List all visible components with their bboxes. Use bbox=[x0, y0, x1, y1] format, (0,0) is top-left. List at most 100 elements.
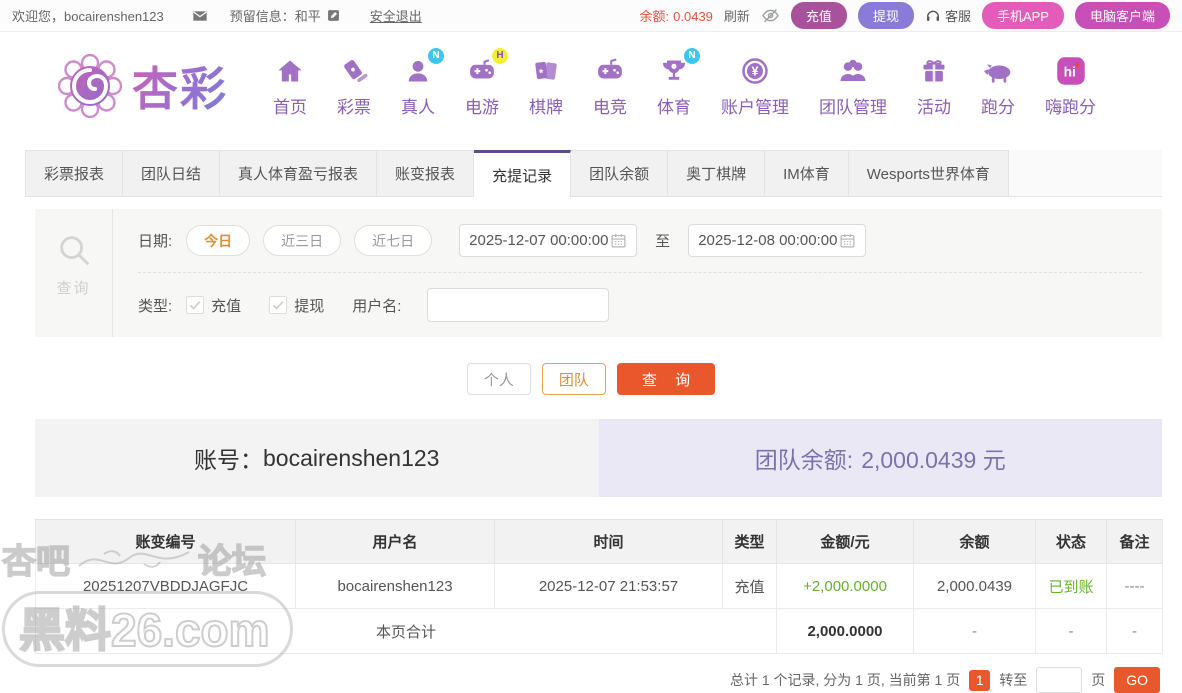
table-header-row: 账变编号 用户名 时间 类型 金额/元 余额 状态 备注 bbox=[35, 519, 1163, 564]
home-icon bbox=[278, 60, 302, 81]
filter-panel: 查询 日期: 今日 近三日 近七日 2025-12-07 00:00:00 至 … bbox=[35, 209, 1162, 337]
nav-item-cards[interactable]: 棋牌 bbox=[514, 55, 578, 118]
table-row: 20251207VBDDJAGFJC bocairenshen123 2025-… bbox=[35, 563, 1163, 609]
cell-username: bocairenshen123 bbox=[295, 563, 495, 609]
header: 杏彩 首页 彩票 N 真人 H 电游 棋牌 电竞 N 体育 ¥ 账户管理 团队管… bbox=[0, 32, 1182, 140]
logout-link[interactable]: 安全退出 bbox=[370, 6, 422, 25]
go-button[interactable]: GO bbox=[1114, 667, 1160, 693]
account-strip: 账号： bocairenshen123 团队余额: 2,000.0439 元 bbox=[35, 419, 1162, 497]
refresh-link[interactable]: 刷新 bbox=[724, 6, 750, 25]
check-icon bbox=[272, 301, 284, 310]
summary-label: 本页合计 bbox=[35, 608, 777, 654]
report-tabs: 彩票报表 团队日结 真人体育盈亏报表 账变报表 充提记录 团队余额 奥丁棋牌 I… bbox=[25, 150, 1162, 197]
date-filter-row: 日期: 今日 近三日 近七日 2025-12-07 00:00:00 至 202… bbox=[138, 224, 1142, 257]
esports-gamepad-icon bbox=[598, 58, 622, 78]
nav-label: 活动 bbox=[917, 97, 951, 117]
team-people-icon bbox=[840, 59, 866, 81]
action-buttons: 个人 团队 查 询 bbox=[0, 363, 1182, 395]
filter-divider bbox=[138, 272, 1142, 273]
reserved-info-text: 预留信息：和平 bbox=[229, 9, 321, 24]
tab-lottery-report[interactable]: 彩票报表 bbox=[25, 150, 124, 197]
date-label: 日期: bbox=[138, 233, 173, 250]
calendar-icon bbox=[840, 234, 855, 248]
cell-status: 已到账 bbox=[1035, 563, 1107, 609]
nav-item-hi-paofen[interactable]: hi 嗨跑分 bbox=[1030, 55, 1111, 118]
nav-item-paofen[interactable]: 跑分 bbox=[966, 55, 1030, 118]
tab-live-sports-pl[interactable]: 真人体育盈亏报表 bbox=[220, 150, 378, 197]
current-page-button[interactable]: 1 bbox=[969, 669, 991, 691]
col-status: 状态 bbox=[1035, 519, 1107, 564]
username-input[interactable] bbox=[427, 288, 610, 322]
tab-team-daily[interactable]: 团队日结 bbox=[123, 150, 221, 197]
date-to-value: 2025-12-08 00:00:00 bbox=[698, 232, 838, 249]
tab-deposit-withdraw-records[interactable]: 充提记录 bbox=[474, 150, 572, 197]
new-badge: N bbox=[684, 47, 700, 64]
tab-team-balance[interactable]: 团队余额 bbox=[571, 150, 669, 197]
mail-icon[interactable] bbox=[192, 8, 208, 24]
nav-item-home[interactable]: 首页 bbox=[258, 55, 322, 118]
brand-logo[interactable]: 杏彩 bbox=[58, 53, 228, 119]
live-person-icon bbox=[408, 60, 428, 81]
hi-app-icon: hi bbox=[1056, 56, 1085, 85]
mobile-app-button[interactable]: 手机APP bbox=[981, 2, 1064, 29]
preset-3days-button[interactable]: 近三日 bbox=[263, 225, 342, 256]
nav-item-team-manage[interactable]: 团队管理 bbox=[804, 55, 902, 118]
tab-odin-cards[interactable]: 奥丁棋牌 bbox=[668, 150, 766, 197]
withdraw-button[interactable]: 提现 bbox=[857, 2, 914, 29]
withdraw-checkbox[interactable] bbox=[269, 296, 288, 314]
page-unit-label: 页 bbox=[1091, 672, 1106, 688]
customer-service-link[interactable]: 客服 bbox=[925, 6, 971, 25]
nav-item-live[interactable]: N 真人 bbox=[386, 47, 450, 118]
goto-page-input[interactable] bbox=[1036, 667, 1083, 693]
nav-label: 体育 bbox=[657, 97, 691, 117]
preset-7days-button[interactable]: 近七日 bbox=[354, 225, 433, 256]
team-button[interactable]: 团队 bbox=[541, 363, 606, 395]
tab-im-sports[interactable]: IM体育 bbox=[765, 150, 849, 197]
nav-item-account-manage[interactable]: ¥ 账户管理 bbox=[706, 55, 804, 118]
nav-label: 首页 bbox=[273, 97, 307, 117]
search-icon bbox=[59, 236, 89, 266]
deposit-button[interactable]: 充值 bbox=[790, 2, 847, 29]
balance-label: 余额: bbox=[639, 9, 670, 24]
withdraw-checkbox-label[interactable]: 提现 bbox=[294, 295, 324, 316]
nav-item-sports[interactable]: N 体育 bbox=[642, 47, 706, 118]
col-change-id: 账变编号 bbox=[35, 519, 296, 564]
edit-icon[interactable] bbox=[327, 9, 340, 22]
pc-client-button[interactable]: 电脑客户端 bbox=[1074, 2, 1170, 29]
nav-item-promotions[interactable]: 活动 bbox=[902, 55, 966, 118]
team-balance-value: 2,000.0439 元 bbox=[861, 447, 1006, 473]
nav-label: 跑分 bbox=[981, 97, 1015, 117]
nav-label: 电竞 bbox=[593, 97, 627, 117]
deposit-checkbox[interactable] bbox=[186, 296, 205, 314]
col-remark: 备注 bbox=[1106, 519, 1163, 564]
nav-label: 嗨跑分 bbox=[1045, 97, 1096, 117]
nav-label: 账户管理 bbox=[721, 97, 789, 117]
nav-item-egames[interactable]: H 电游 bbox=[450, 47, 514, 118]
summary-balance-dash: - bbox=[913, 608, 1036, 654]
eye-off-icon[interactable] bbox=[761, 6, 780, 25]
team-balance-label: 团队余额: bbox=[754, 447, 854, 473]
date-to-input[interactable]: 2025-12-08 00:00:00 bbox=[688, 224, 867, 257]
personal-button[interactable]: 个人 bbox=[466, 363, 531, 395]
account-label: 账号： bbox=[194, 447, 263, 473]
type-filter-row: 类型: 充值 提现 用户名: bbox=[138, 288, 1142, 322]
tab-wesports[interactable]: Wesports世界体育 bbox=[848, 150, 1009, 197]
svg-text:¥: ¥ bbox=[752, 64, 759, 78]
goto-label: 转至 bbox=[999, 672, 1028, 688]
nav-label: 彩票 bbox=[337, 97, 371, 117]
date-from-input[interactable]: 2025-12-07 00:00:00 bbox=[459, 224, 638, 257]
svg-text:hi: hi bbox=[1063, 64, 1075, 79]
deposit-checkbox-label[interactable]: 充值 bbox=[211, 295, 241, 316]
topbar-right: 余额: 0.0439 刷新 充值 提现 客服 手机APP 电脑客户端 bbox=[640, 2, 1170, 29]
tab-account-change[interactable]: 账变报表 bbox=[377, 150, 475, 197]
account-coin-icon: ¥ bbox=[742, 57, 768, 84]
query-button[interactable]: 查 询 bbox=[616, 363, 716, 395]
nav-item-lottery[interactable]: 彩票 bbox=[322, 55, 386, 118]
nav-label: 团队管理 bbox=[819, 97, 887, 117]
col-type: 类型 bbox=[722, 519, 777, 564]
calendar-icon bbox=[611, 234, 626, 248]
cards-icon bbox=[535, 61, 557, 80]
nav-item-esports[interactable]: 电竞 bbox=[578, 55, 642, 118]
preset-today-button[interactable]: 今日 bbox=[186, 225, 251, 256]
nav-label: 电游 bbox=[465, 97, 499, 117]
